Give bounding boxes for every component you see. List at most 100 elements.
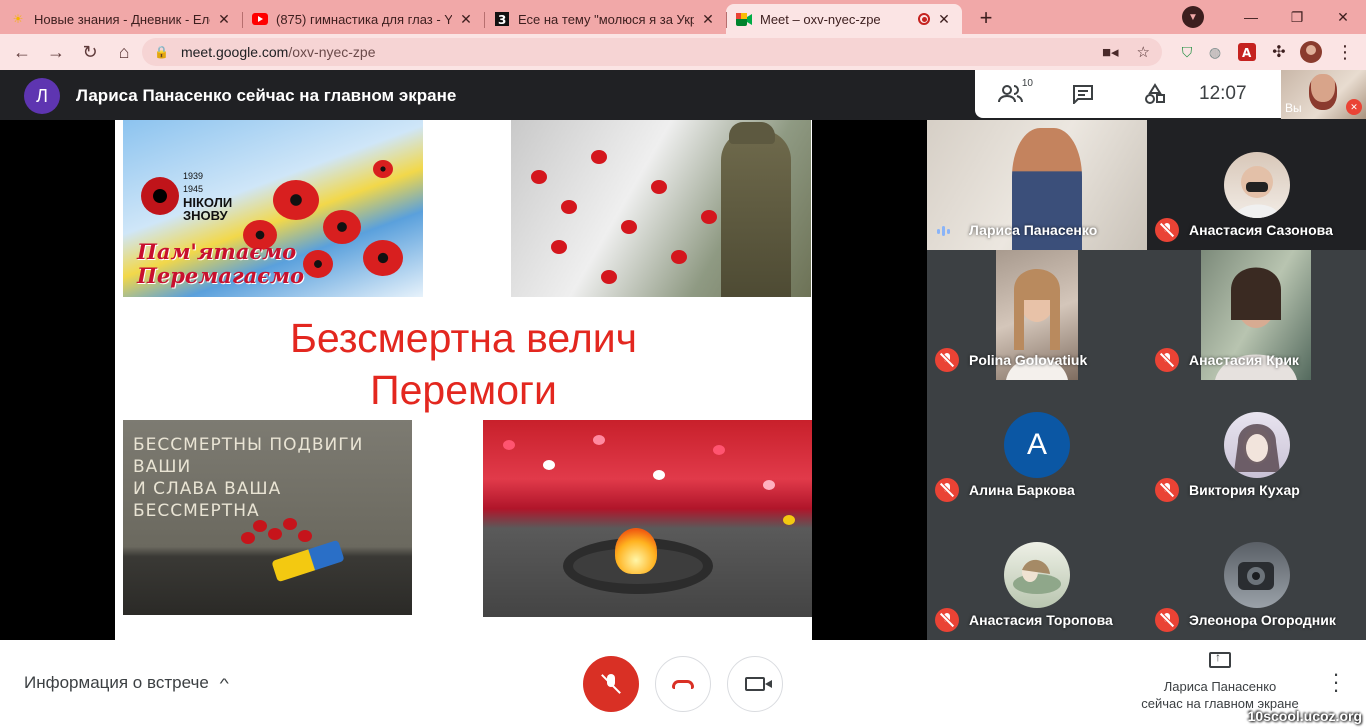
ribbon-decoration (271, 539, 345, 583)
carnation-flower (593, 435, 605, 445)
tab-title: Есе на тему "молюся я за Украї (518, 11, 694, 27)
mic-off-icon (935, 608, 959, 632)
carnation-flower (783, 515, 795, 525)
svg-text:3: 3 (498, 13, 506, 26)
back-icon[interactable]: ← (6, 36, 38, 68)
lock-icon[interactable]: 🔒 (154, 45, 169, 59)
heading-line2: Перемоги (370, 367, 557, 413)
participant-avatar (1004, 542, 1070, 608)
participant-tile[interactable]: Анастасия Сазонова (1147, 120, 1366, 250)
forward-icon[interactable]: → (40, 36, 72, 68)
browser-tab-youtube[interactable]: (875) гимнастика для глаз - You ✕ (242, 4, 484, 34)
toggle-mic-button[interactable] (583, 656, 639, 712)
poppy-flower (323, 210, 361, 244)
engraving-line1: БЕССМЕРТНЫ ПОДВИГИ ВАШИ (133, 435, 364, 477)
participant-name: Анастасия Сазонова (1189, 222, 1333, 238)
restore-icon[interactable]: ❐ (1274, 9, 1320, 26)
activities-icon (1145, 83, 1165, 104)
participant-tile[interactable]: Анастасия Торопова (927, 510, 1147, 640)
close-tab-icon[interactable]: ✕ (700, 11, 716, 28)
memorial-engraving: БЕССМЕРТНЫ ПОДВИГИ ВАШИ И СЛАВА ВАША БЕС… (133, 434, 412, 522)
poppy-flower (551, 240, 567, 254)
youtube-icon (252, 11, 268, 27)
participant-tile[interactable]: Polina Golovatiuk (927, 250, 1147, 380)
shield-extension-icon[interactable]: ⛉ (1172, 34, 1202, 70)
toggle-camera-button[interactable] (727, 656, 783, 712)
address-bar[interactable]: 🔒 meet.google.com/oxv-nyec-zpe ■◂ ☆ (142, 38, 1162, 66)
svg-text:A: A (1242, 46, 1252, 60)
poppy-emblem-icon (141, 177, 179, 215)
participant-tile[interactable]: Элеонора Огородник (1147, 510, 1366, 640)
mic-off-icon (935, 348, 959, 372)
self-view-tile[interactable]: Вы ✕ (1281, 70, 1366, 119)
three-icon: 3 (494, 11, 510, 27)
poppy-flower (531, 170, 547, 184)
poster-image-remember: 1939 1945 НІКОЛИ ЗНОВУ Пам'ятаємо Перема… (123, 120, 423, 297)
rose-flower (268, 528, 282, 540)
minimize-icon[interactable]: — (1228, 9, 1274, 25)
participant-tile[interactable]: А Алина Баркова (927, 380, 1147, 510)
activities-button[interactable] (1119, 83, 1191, 105)
people-button[interactable]: 10 (975, 78, 1047, 104)
reload-icon[interactable]: ↻ (74, 36, 106, 68)
meet-bottom-bar: Информация о встрече ^ Лариса Панасенко … (0, 640, 1366, 728)
heading-line1: Безсмертна велич (289, 315, 638, 361)
rose-flower (253, 520, 267, 532)
participant-name: Алина Баркова (969, 482, 1075, 498)
chevron-up-icon: ^ (219, 675, 229, 691)
browser-tab-diary[interactable]: ☀ Новые знания - Дневник - Елек ✕ (0, 4, 242, 34)
leave-call-button[interactable] (655, 656, 711, 712)
tab-title: Meet – oxv-nyec-zpe (760, 11, 881, 27)
poppy-flower (373, 160, 393, 178)
mic-off-icon (1155, 608, 1179, 632)
badge-line2: ЗНОВУ (183, 208, 228, 223)
participant-tile[interactable]: Виктория Кухар (1147, 380, 1366, 510)
presenting-status-button[interactable]: Лариса Панасенко сейчас на главном экран… (1130, 649, 1310, 712)
photo-eternal-flame (483, 420, 812, 617)
profile-avatar[interactable] (1296, 34, 1326, 70)
poppy-flower (671, 250, 687, 264)
browser-menu-icon[interactable]: ⋮ (1330, 34, 1360, 70)
bookmark-star-icon[interactable]: ☆ (1137, 43, 1150, 61)
present-screen-icon (1209, 649, 1231, 668)
participant-tile[interactable]: Лариса Панасенко (927, 120, 1147, 250)
never-again-badge: 1939 1945 НІКОЛИ ЗНОВУ (141, 170, 232, 222)
browser-tab-essay[interactable]: 3 Есе на тему "молюся я за Украї ✕ (484, 4, 726, 34)
browser-tab-meet[interactable]: Meet – oxv-nyec-zpe ✕ (726, 4, 962, 34)
presenter-banner: Лариса Панасенко сейчас на главном экран… (76, 86, 457, 105)
participant-tile[interactable]: Анастасия Крик (1147, 250, 1366, 380)
poppy-flower (561, 200, 577, 214)
meeting-info-button[interactable]: Информация о встрече ^ (24, 673, 229, 693)
poppy-flower (303, 250, 333, 278)
browser-tab-strip: ☀ Новые знания - Дневник - Елек ✕ (875) … (0, 0, 1366, 34)
participant-name: Polina Golovatiuk (969, 352, 1088, 368)
meet-top-bar: Л Лариса Панасенко сейчас на главном экр… (0, 70, 1366, 120)
poppy-flower (621, 220, 637, 234)
camera-permission-icon[interactable]: ■◂ (1102, 43, 1119, 61)
globe-extension-icon[interactable]: ◍ (1200, 34, 1230, 70)
close-tab-icon[interactable]: ✕ (216, 11, 232, 28)
participant-name: Лариса Панасенко (969, 222, 1098, 238)
mic-off-icon (935, 478, 959, 502)
meeting-info-label: Информация о встрече (24, 673, 209, 692)
chat-button[interactable] (1047, 84, 1119, 104)
mic-off-icon (604, 674, 618, 694)
poppy-flower (651, 180, 667, 194)
self-video (1309, 74, 1337, 110)
tab-search-icon[interactable]: ▼ (1182, 6, 1204, 28)
recording-icon (918, 13, 930, 25)
more-options-icon[interactable]: · · · (1326, 663, 1346, 701)
chat-icon (1073, 85, 1093, 104)
close-window-icon[interactable]: ✕ (1320, 9, 1366, 26)
close-tab-icon[interactable]: ✕ (458, 11, 474, 28)
carnation-flower (543, 460, 555, 470)
new-tab-button[interactable]: + (972, 4, 1000, 32)
meeting-clock: 12:07 (1199, 83, 1247, 104)
pdf-extension-icon[interactable]: A (1232, 34, 1262, 70)
self-label: Вы (1285, 101, 1302, 115)
home-icon[interactable]: ⌂ (108, 36, 140, 68)
participant-name: Элеонора Огородник (1189, 612, 1336, 628)
close-tab-icon[interactable]: ✕ (936, 11, 952, 28)
photo-soldier-memorial (511, 120, 811, 297)
puzzle-extensions-icon[interactable]: ✣ (1264, 34, 1294, 70)
